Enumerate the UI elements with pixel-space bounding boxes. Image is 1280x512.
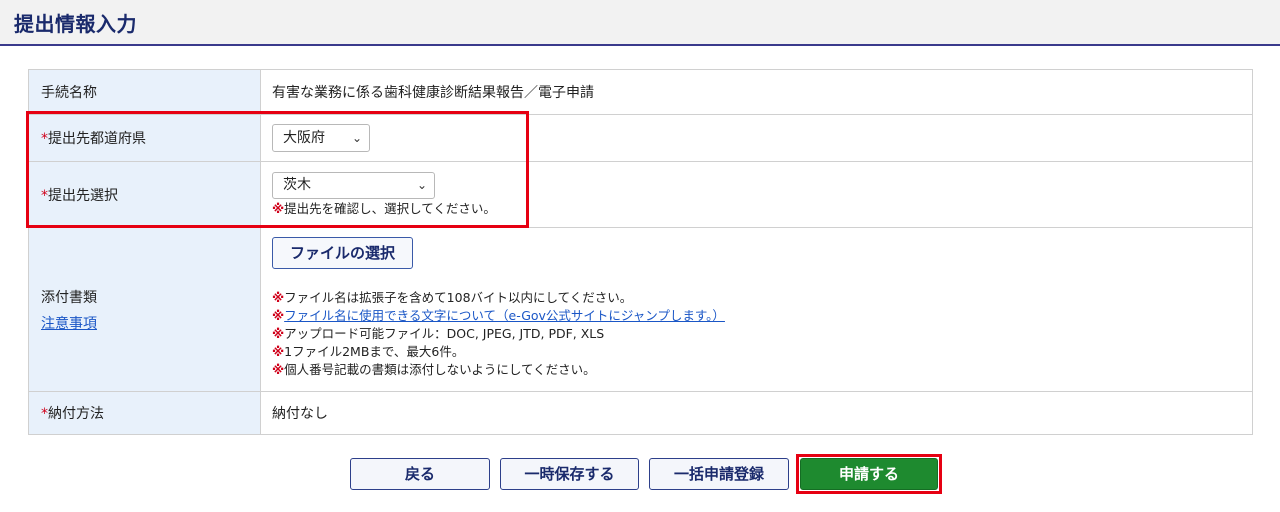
- chevron-down-icon: ⌄: [416, 177, 427, 192]
- attachment-note: ※アップロード可能ファイル：DOC, JPEG, JTD, PDF, XLS: [272, 326, 605, 341]
- prefecture-select[interactable]: 大阪府 ⌄: [272, 124, 370, 152]
- label-procedure-name: 手続名称: [28, 69, 261, 115]
- attachment-note: ※ファイル名に使用できる文字について（e-Gov公式サイトにジャンプします。）: [272, 308, 725, 323]
- value-payment: 納付なし: [260, 391, 1253, 435]
- label-payment: *納付方法: [28, 391, 261, 435]
- label-destination-text: 提出先選択: [48, 187, 118, 204]
- back-button[interactable]: 戻る: [350, 458, 490, 490]
- page-header: 提出情報入力: [0, 0, 1280, 46]
- label-destination: *提出先選択: [28, 161, 261, 228]
- prefecture-select-value: 大阪府: [283, 130, 325, 146]
- label-prefecture-text: 提出先都道府県: [48, 131, 146, 147]
- temp-save-button[interactable]: 一時保存する: [500, 458, 639, 490]
- row-destination: *提出先選択 茨木 ⌄ ※提出先を確認し、選択してください。: [28, 161, 1253, 228]
- destination-note: ※提出先を確認し、選択してください。: [272, 200, 1252, 218]
- note-mark: ※: [272, 200, 285, 216]
- required-mark: *: [41, 131, 48, 147]
- row-prefecture: *提出先都道府県 大阪府 ⌄: [28, 114, 1253, 162]
- row-attachment: 添付書類 注意事項 ファイルの選択 ※ファイル名は拡張子を含めて108バイト以内…: [28, 227, 1253, 392]
- attachment-note: ※ファイル名は拡張子を含めて108バイト以内にしてください。: [272, 290, 633, 305]
- bulk-register-button[interactable]: 一括申請登録: [649, 458, 789, 490]
- cautions-link[interactable]: 注意事項: [41, 316, 97, 332]
- attachment-note: ※個人番号記載の書類は添付しないようにしてください。: [272, 362, 596, 377]
- filename-chars-link[interactable]: ファイル名に使用できる文字について（e-Gov公式サイトにジャンプします。）: [284, 308, 725, 323]
- label-attachment-text: 添付書類: [41, 289, 97, 306]
- choose-file-button[interactable]: ファイルの選択: [272, 237, 414, 269]
- required-mark: *: [41, 187, 48, 204]
- value-procedure-name: 有害な業務に係る歯科健康診断結果報告／電子申請: [260, 69, 1253, 115]
- attachment-notes: ※ファイル名は拡張子を含めて108バイト以内にしてください。 ※ファイル名に使用…: [272, 289, 1252, 379]
- apply-button[interactable]: 申請する: [800, 458, 938, 490]
- row-procedure-name: 手続名称 有害な業務に係る歯科健康診断結果報告／電子申請: [28, 69, 1253, 115]
- required-mark: *: [41, 406, 48, 422]
- attachment-note: ※1ファイル2MBまで、最大6件。: [272, 344, 465, 359]
- chevron-down-icon: ⌄: [351, 131, 362, 145]
- submission-form-table: 手続名称 有害な業務に係る歯科健康診断結果報告／電子申請 *提出先都道府県 大阪…: [28, 69, 1253, 435]
- destination-select[interactable]: 茨木 ⌄: [272, 171, 435, 199]
- label-attachment: 添付書類 注意事項: [28, 227, 261, 392]
- label-payment-text: 納付方法: [48, 406, 104, 422]
- destination-select-value: 茨木: [283, 176, 311, 193]
- page-title: 提出情報入力: [14, 12, 137, 36]
- row-payment: *納付方法 納付なし: [28, 391, 1253, 435]
- label-prefecture: *提出先都道府県: [28, 114, 261, 162]
- destination-note-text: 提出先を確認し、選択してください。: [284, 200, 496, 216]
